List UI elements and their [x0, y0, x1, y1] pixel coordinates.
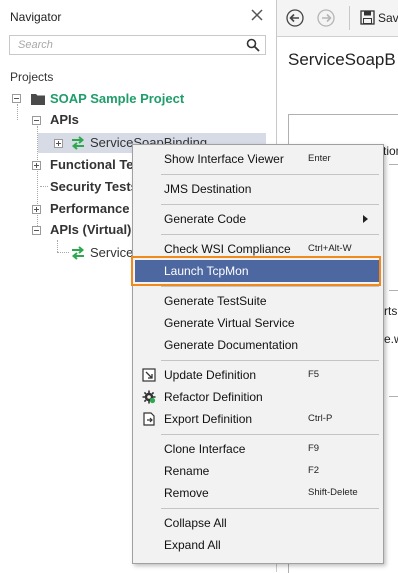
menu-separator: [161, 174, 379, 175]
expand-icon[interactable]: [32, 205, 41, 214]
forward-arrow-icon[interactable]: [317, 9, 335, 27]
apis-virtual-label: APIs (Virtual): [50, 222, 132, 237]
security-tests-label: Security Tests: [50, 179, 138, 194]
menu-item-generate-code[interactable]: Generate Code: [135, 208, 381, 230]
folder-icon: [31, 94, 45, 105]
menu-separator: [161, 204, 379, 205]
performance-tests-label: Performance T: [50, 201, 142, 216]
menu-item-remove[interactable]: Remove Shift-Delete: [135, 482, 381, 504]
menu-separator: [161, 434, 379, 435]
editor-fragment: rts: [384, 304, 398, 318]
menu-item-check-wsi-compliance[interactable]: Check WSI Compliance Ctrl+Alt-W: [135, 238, 381, 260]
tree-item-apis[interactable]: APIs: [0, 110, 276, 130]
search-icon[interactable]: [246, 38, 260, 52]
menu-item-label: Refactor Definition: [164, 390, 263, 404]
menu-item-label: Clone Interface: [164, 442, 246, 456]
menu-item-label: Launch TcpMon: [164, 264, 249, 278]
editor-divider: [389, 290, 398, 291]
menu-item-label: Remove: [164, 486, 209, 500]
projects-label: Projects: [10, 70, 54, 84]
back-arrow-icon[interactable]: [286, 9, 304, 27]
project-label: SOAP Sample Project: [50, 91, 185, 106]
menu-item-label: Generate TestSuite: [164, 294, 267, 308]
menu-item-label: JMS Destination: [164, 182, 252, 196]
save-button[interactable]: Sav: [360, 8, 398, 28]
editor-divider: [389, 164, 398, 165]
search-box: [9, 35, 266, 55]
menu-item-generate-documentation[interactable]: Generate Documentation: [135, 334, 381, 356]
menu-item-label: Collapse All: [164, 516, 227, 530]
refactor-gear-icon: [142, 390, 156, 404]
menu-item-launch-tcpmon[interactable]: Launch TcpMon: [135, 260, 381, 282]
menu-item-shortcut: F5: [308, 369, 320, 380]
save-disk-icon: [360, 10, 375, 25]
menu-item-label: Check WSI Compliance: [164, 242, 291, 256]
interface-arrows-icon: [71, 246, 85, 260]
menu-item-shortcut: F9: [308, 443, 320, 454]
collapse-icon[interactable]: [32, 116, 41, 125]
menu-item-label: Expand All: [164, 538, 221, 552]
menu-item-shortcut: F2: [308, 465, 320, 476]
menu-item-shortcut: Ctrl+Alt-W: [308, 243, 352, 254]
menu-item-clone-interface[interactable]: Clone Interface F9: [135, 438, 381, 460]
menu-item-label: Generate Documentation: [164, 338, 299, 352]
update-definition-icon: [142, 368, 156, 382]
menu-separator: [161, 286, 379, 287]
menu-item-export-definition[interactable]: Export Definition Ctrl-P: [135, 408, 381, 430]
menu-item-shortcut: Enter: [308, 153, 331, 164]
close-icon[interactable]: [248, 6, 266, 24]
collapse-icon[interactable]: [12, 94, 21, 103]
menu-item-generate-virtual-service[interactable]: Generate Virtual Service: [135, 312, 381, 334]
menu-item-label: Generate Virtual Service: [164, 316, 295, 330]
editor-title: ServiceSoapB: [288, 50, 396, 69]
context-menu: Show Interface Viewer Enter JMS Destinat…: [132, 144, 384, 564]
navigator-title: Navigator: [10, 10, 62, 24]
menu-item-expand-all[interactable]: Expand All: [135, 534, 381, 556]
expand-icon[interactable]: [54, 139, 63, 148]
menu-item-generate-testsuite[interactable]: Generate TestSuite: [135, 290, 381, 312]
menu-item-update-definition[interactable]: Update Definition F5: [135, 364, 381, 386]
tree-item-project[interactable]: SOAP Sample Project: [0, 89, 276, 109]
menu-item-shortcut: Shift-Delete: [308, 487, 358, 498]
interface-arrows-icon: [71, 136, 85, 150]
save-label: Sav: [378, 11, 398, 25]
expand-icon[interactable]: [32, 161, 41, 170]
menu-item-refactor-definition[interactable]: Refactor Definition: [135, 386, 381, 408]
menu-item-rename[interactable]: Rename F2: [135, 460, 381, 482]
menu-item-label: Show Interface Viewer: [164, 152, 284, 166]
editor-fragment: e.w: [384, 332, 398, 346]
menu-item-shortcut: Ctrl-P: [308, 413, 333, 424]
submenu-arrow-icon: [363, 215, 368, 223]
menu-item-collapse-all[interactable]: Collapse All: [135, 512, 381, 534]
menu-item-label: Update Definition: [164, 368, 257, 382]
toolbar-separator: [349, 6, 350, 30]
menu-item-show-interface-viewer[interactable]: Show Interface Viewer Enter: [135, 148, 381, 170]
editor-divider: [389, 396, 398, 397]
apis-label: APIs: [50, 112, 79, 127]
menu-item-jms-destination[interactable]: JMS Destination: [135, 178, 381, 200]
export-definition-icon: [143, 412, 155, 426]
menu-separator: [161, 360, 379, 361]
search-input[interactable]: [10, 36, 248, 54]
editor-fragment: tion: [383, 144, 398, 158]
menu-item-label: Generate Code: [164, 212, 247, 226]
menu-separator: [161, 234, 379, 235]
collapse-icon[interactable]: [32, 226, 41, 235]
navigator-header: Navigator: [0, 0, 276, 32]
menu-separator: [161, 508, 379, 509]
menu-item-label: Rename: [164, 464, 210, 478]
menu-item-label: Export Definition: [164, 412, 253, 426]
